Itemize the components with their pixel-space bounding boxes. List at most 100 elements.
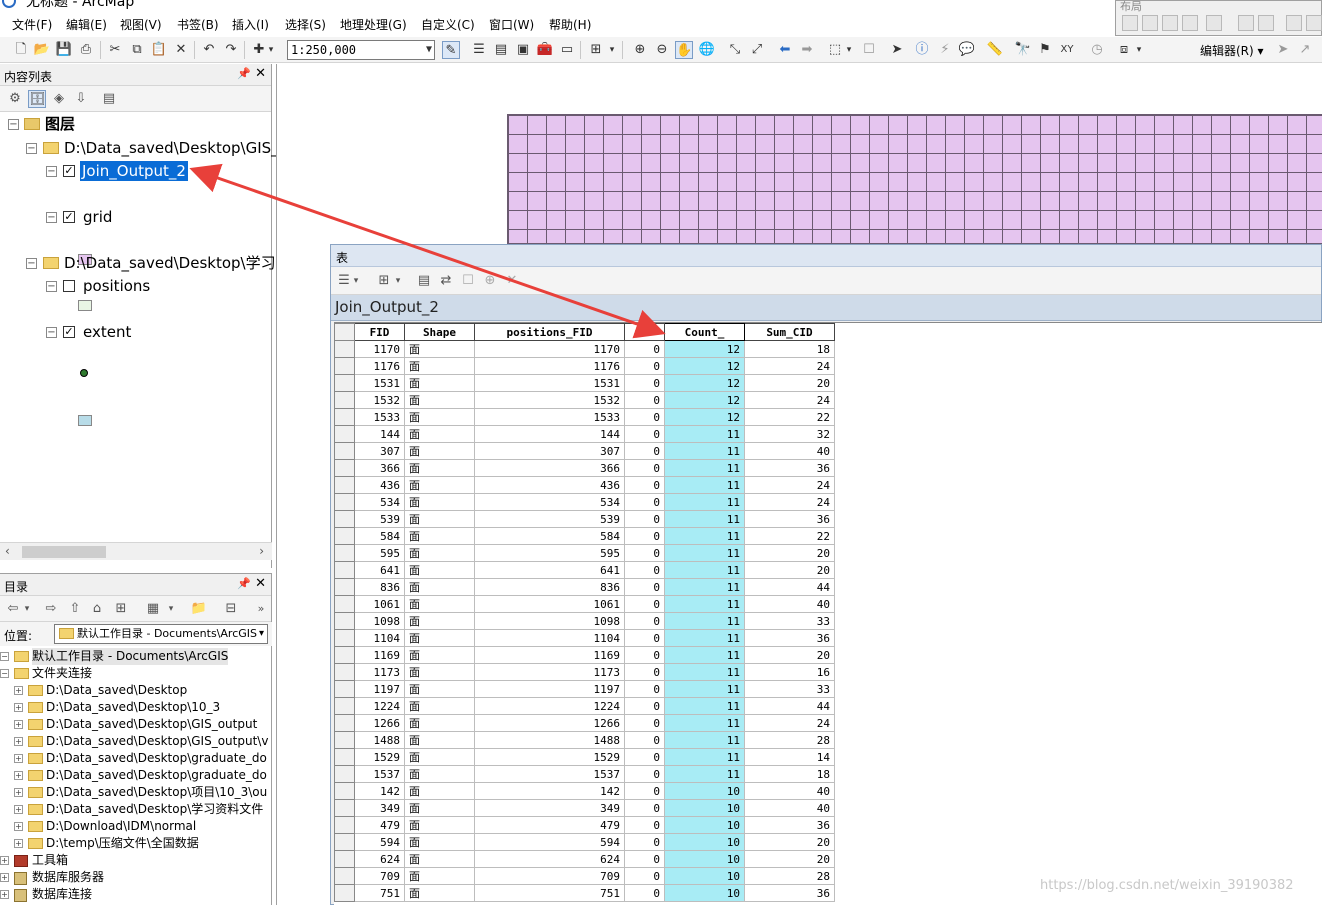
expand-icon[interactable]: +: [14, 720, 23, 729]
cell-positions-fid[interactable]: 1266: [474, 714, 625, 732]
list-by-visibility-icon[interactable]: ◈: [50, 90, 68, 108]
cell-sum-cid[interactable]: 36: [744, 816, 835, 834]
expand-icon[interactable]: +: [14, 805, 23, 814]
cell-sum-cid[interactable]: 20: [744, 833, 835, 851]
close-icon[interactable]: ✕: [255, 576, 266, 591]
back-arrow-icon[interactable]: ⬅: [776, 41, 794, 59]
row-selector[interactable]: [334, 680, 355, 698]
table-row[interactable]: 307 面 307 0 11 40: [334, 442, 835, 460]
layer-visibility-checkbox[interactable]: [63, 280, 75, 292]
cell-fid[interactable]: 142: [354, 782, 405, 800]
row-selector[interactable]: [334, 850, 355, 868]
time-slider-icon[interactable]: ◷: [1088, 41, 1106, 59]
cell-shape[interactable]: 面: [404, 799, 475, 817]
layer-name-label[interactable]: Join_Output_2: [80, 161, 188, 181]
paste-icon[interactable]: 📋: [150, 41, 168, 59]
cell-shape[interactable]: 面: [404, 374, 475, 392]
cell-fid[interactable]: 1061: [354, 595, 405, 613]
home-icon[interactable]: ⌂: [88, 600, 106, 618]
cell-positions-fid[interactable]: 307: [474, 442, 625, 460]
cell-count[interactable]: 12: [664, 340, 745, 358]
row-selector[interactable]: [334, 867, 355, 885]
cell-sum-cid[interactable]: 20: [744, 850, 835, 868]
zoom-whole-page-icon[interactable]: [1182, 15, 1198, 31]
model-builder-icon[interactable]: ⊞: [587, 41, 605, 59]
cell-sum-cid[interactable]: 36: [744, 459, 835, 477]
cell-sum-cid[interactable]: 18: [744, 765, 835, 783]
table-row[interactable]: 534 面 534 0 11 24: [334, 493, 835, 511]
arctoolbox-icon[interactable]: 🧰: [536, 41, 554, 59]
table-row[interactable]: 366 面 366 0 11 36: [334, 459, 835, 477]
table-row[interactable]: 595 面 595 0 11 20: [334, 544, 835, 562]
chevron-down-icon[interactable]: ▾: [259, 625, 264, 643]
forward-arrow-icon[interactable]: ⇨: [42, 600, 60, 618]
cell-shape[interactable]: 面: [404, 612, 475, 630]
cell-fid[interactable]: 1532: [354, 391, 405, 409]
cell-shape[interactable]: 面: [404, 816, 475, 834]
cell-sum-cid[interactable]: 18: [744, 340, 835, 358]
close-icon[interactable]: ✕: [255, 66, 266, 81]
related-tables-icon[interactable]: ⊞: [375, 272, 393, 290]
select-elements-icon[interactable]: ➤: [888, 41, 906, 59]
menu-selection[interactable]: 选择(S): [285, 16, 326, 33]
cell-fid[interactable]: 594: [354, 833, 405, 851]
menu-edit[interactable]: 编辑(E): [66, 16, 107, 33]
menu-file[interactable]: 文件(F): [12, 16, 52, 33]
cell-count[interactable]: 11: [664, 663, 745, 681]
cell-id[interactable]: 0: [624, 459, 665, 477]
undo-icon[interactable]: ↶: [200, 41, 218, 59]
cell-shape[interactable]: 面: [404, 833, 475, 851]
menu-bookmarks[interactable]: 书签(B): [177, 16, 219, 33]
list-by-source-icon[interactable]: 🗄: [28, 90, 46, 108]
cell-count[interactable]: 11: [664, 442, 745, 460]
chevron-down-icon[interactable]: ▾: [22, 600, 32, 618]
collapse-icon[interactable]: −: [46, 166, 57, 177]
cell-shape[interactable]: 面: [404, 663, 475, 681]
cell-fid[interactable]: 1533: [354, 408, 405, 426]
cell-fid[interactable]: 479: [354, 816, 405, 834]
cell-shape[interactable]: 面: [404, 884, 475, 902]
cell-fid[interactable]: 1169: [354, 646, 405, 664]
cell-shape[interactable]: 面: [404, 544, 475, 562]
cell-positions-fid[interactable]: 1098: [474, 612, 625, 630]
scrollbar-thumb[interactable]: [22, 546, 106, 558]
cell-positions-fid[interactable]: 1537: [474, 765, 625, 783]
expand-icon[interactable]: +: [14, 737, 23, 746]
cell-fid[interactable]: 641: [354, 561, 405, 579]
cell-positions-fid[interactable]: 1197: [474, 680, 625, 698]
cell-positions-fid[interactable]: 436: [474, 476, 625, 494]
measure-icon[interactable]: 📏: [986, 41, 1004, 59]
table-row[interactable]: 436 面 436 0 11 24: [334, 476, 835, 494]
view-options-icon[interactable]: ▦: [144, 600, 162, 618]
cell-id[interactable]: 0: [624, 748, 665, 766]
location-combo[interactable]: 默认工作目录 - Documents\ArcGIS ▾: [54, 624, 268, 644]
new-document-icon[interactable]: 🗋: [12, 41, 30, 59]
zoom-100-icon[interactable]: [1206, 15, 1222, 31]
cell-count[interactable]: 10: [664, 816, 745, 834]
cell-sum-cid[interactable]: 44: [744, 578, 835, 596]
cell-id[interactable]: 0: [624, 612, 665, 630]
cell-id[interactable]: 0: [624, 816, 665, 834]
table-row[interactable]: 1529 面 1529 0 11 14: [334, 748, 835, 766]
cell-fid[interactable]: 1529: [354, 748, 405, 766]
expand-icon[interactable]: +: [0, 856, 9, 865]
cell-fid[interactable]: 539: [354, 510, 405, 528]
cell-id[interactable]: 0: [624, 867, 665, 885]
cell-sum-cid[interactable]: 24: [744, 391, 835, 409]
collapse-icon[interactable]: −: [46, 212, 57, 223]
zoom-in-layout-icon[interactable]: [1122, 15, 1138, 31]
cell-positions-fid[interactable]: 1532: [474, 391, 625, 409]
toggle-tree-icon[interactable]: ⊟: [222, 600, 240, 618]
layer-visibility-checkbox[interactable]: ✓: [63, 165, 75, 177]
cell-count[interactable]: 12: [664, 408, 745, 426]
cell-fid[interactable]: 836: [354, 578, 405, 596]
scroll-left-icon[interactable]: ‹: [5, 544, 10, 558]
cell-fid[interactable]: 144: [354, 425, 405, 443]
cell-sum-cid[interactable]: 33: [744, 680, 835, 698]
row-selector[interactable]: [334, 493, 355, 511]
cell-id[interactable]: 0: [624, 425, 665, 443]
cell-sum-cid[interactable]: 40: [744, 442, 835, 460]
cell-count[interactable]: 10: [664, 799, 745, 817]
cell-count[interactable]: 11: [664, 731, 745, 749]
row-selector[interactable]: [334, 799, 355, 817]
